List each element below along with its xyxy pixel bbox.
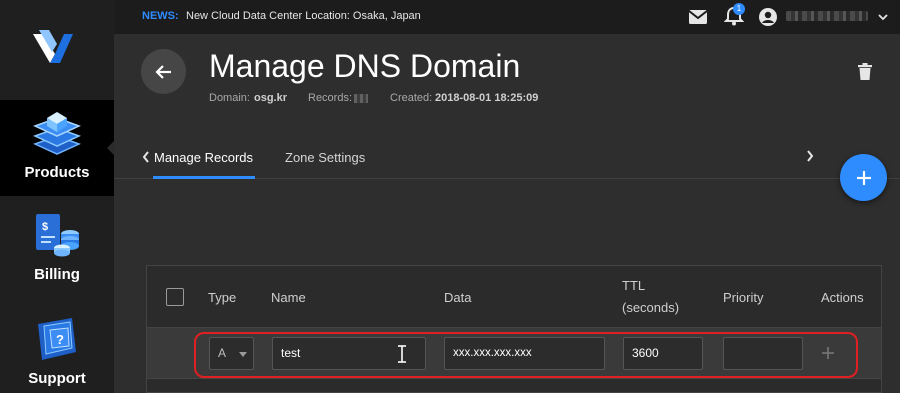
column-priority: Priority <box>723 290 764 305</box>
arrow-left-icon <box>155 65 171 79</box>
support-icon: ? <box>38 318 76 360</box>
sidebar-item-products[interactable]: Products <box>0 100 114 196</box>
column-ttl-unit: (seconds) <box>622 300 680 315</box>
page-title: Manage DNS Domain <box>209 48 521 84</box>
news-text[interactable]: New Cloud Data Center Location: Osaka, J… <box>186 10 421 22</box>
sidebar: Products $ Billing ? Support <box>0 0 115 393</box>
column-ttl: TTL <box>622 278 646 293</box>
records-table: Type Name Data TTL (seconds) Priority Ac… <box>146 265 882 393</box>
select-all-checkbox[interactable] <box>166 288 184 306</box>
domain-label: Domain: <box>209 92 250 104</box>
news-label: NEWS: <box>142 10 179 22</box>
username-redacted[interactable] <box>786 11 868 21</box>
records-count-redacted <box>354 94 368 103</box>
sidebar-item-label: Support <box>28 370 86 387</box>
logo-icon[interactable] <box>33 30 73 66</box>
tab-zone-settings[interactable]: Zone Settings <box>285 150 365 165</box>
column-data: Data <box>444 290 472 305</box>
plus-icon <box>856 170 871 185</box>
billing-icon: $ <box>36 214 79 257</box>
trash-icon[interactable] <box>857 63 873 81</box>
sidebar-item-support[interactable]: ? Support <box>0 316 114 393</box>
records-label: Records: <box>308 92 353 104</box>
user-avatar-icon[interactable] <box>758 7 778 27</box>
notification-badge: 1 <box>733 3 745 15</box>
column-name: Name <box>271 290 306 305</box>
sidebar-item-label: Products <box>24 164 90 181</box>
domain-value: osg.kr <box>254 92 288 104</box>
table-header: Type Name Data TTL (seconds) Priority Ac… <box>147 266 881 327</box>
mail-icon[interactable] <box>688 9 708 25</box>
chevron-right-icon[interactable] <box>806 150 814 162</box>
active-tab-indicator <box>153 176 255 179</box>
table-row-new-record: A test xxx.xxx.xxx.xxx 3600 <box>147 327 881 379</box>
chevron-down-icon[interactable] <box>878 13 888 21</box>
add-record-button[interactable] <box>840 154 887 201</box>
created-label: Created: <box>390 92 433 104</box>
highlight-outline <box>194 332 858 378</box>
svg-text:$: $ <box>42 221 48 233</box>
tab-manage-records[interactable]: Manage Records <box>154 150 253 165</box>
sidebar-item-label: Billing <box>34 266 80 283</box>
column-actions: Actions <box>821 290 864 305</box>
created-value: 2018-08-01 18:25:09 <box>435 92 539 104</box>
svg-text:?: ? <box>56 332 64 347</box>
chevron-left-icon[interactable] <box>142 151 150 163</box>
tab-bar: Manage Records Zone Settings <box>114 134 900 179</box>
products-icon <box>33 112 81 155</box>
top-bar: NEWS: New Cloud Data Center Location: Os… <box>114 0 900 34</box>
main-content: Manage DNS Domain Domain: osg.kr Records… <box>114 34 900 393</box>
column-type: Type <box>208 290 237 305</box>
back-button[interactable] <box>141 49 186 94</box>
sidebar-item-billing[interactable]: $ Billing <box>0 212 114 292</box>
